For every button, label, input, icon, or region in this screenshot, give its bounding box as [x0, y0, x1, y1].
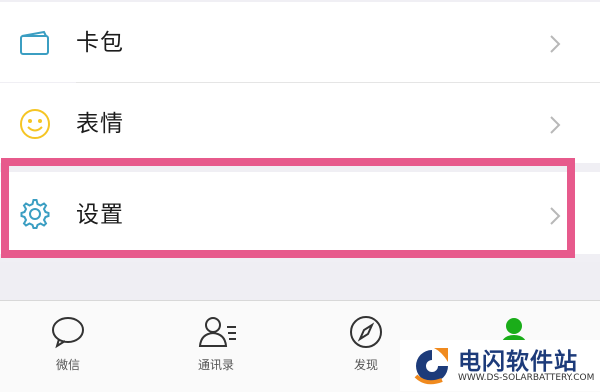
tab-label: 通讯录 — [197, 358, 234, 372]
smiley-icon — [20, 109, 50, 139]
menu-item-label: 设置 — [76, 202, 124, 228]
card-wallet-icon — [20, 30, 49, 55]
chevron-right-icon — [550, 207, 561, 225]
chat-bubble-icon — [52, 317, 84, 349]
menu-item-card-wallet[interactable]: 卡包 — [0, 2, 600, 82]
section-gap — [0, 262, 600, 300]
menu-item-settings[interactable]: 设置 — [0, 172, 600, 254]
brand-logo-icon — [414, 348, 448, 385]
gear-icon — [20, 199, 50, 229]
tab-chats[interactable]: 微信 — [8, 301, 128, 392]
menu-item-label: 卡包 — [76, 30, 124, 56]
menu-item-stickers[interactable]: 表情 — [0, 83, 600, 163]
watermark-title: 电闪软件站 — [458, 349, 578, 375]
menu-item-label: 表情 — [76, 111, 124, 137]
tab-label: 微信 — [55, 358, 80, 372]
watermark-url: WWW.DS-SOLARBATTERY.COM — [458, 373, 595, 383]
chevron-right-icon — [550, 116, 561, 134]
contacts-icon — [198, 317, 236, 347]
chevron-right-icon — [550, 35, 561, 53]
tab-contacts[interactable]: 通讯录 — [156, 301, 276, 392]
watermark: 电闪软件站 WWW.DS-SOLARBATTERY.COM — [400, 340, 600, 391]
compass-icon — [350, 316, 382, 348]
